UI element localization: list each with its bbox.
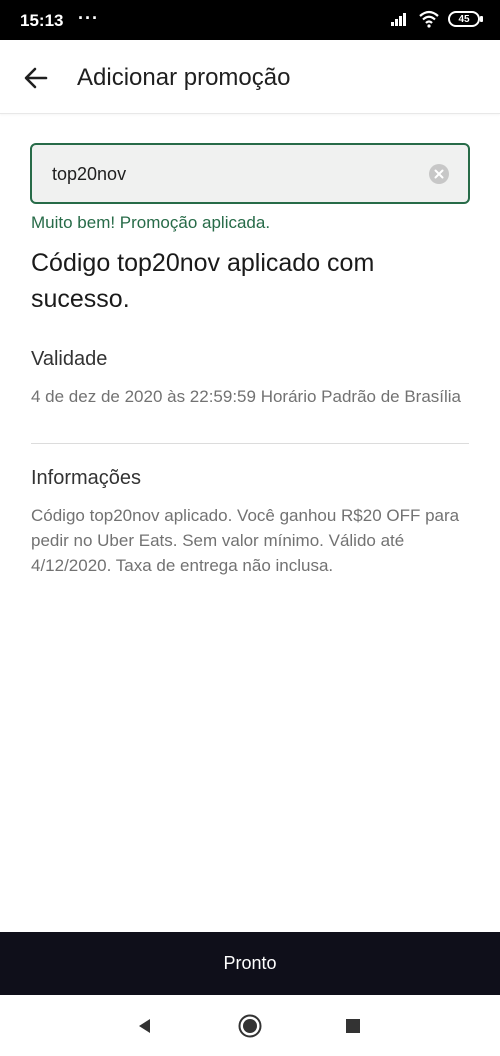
app-bar: Adicionar promoção — [0, 40, 500, 114]
system-back-button[interactable] — [132, 1013, 158, 1039]
status-icons: 45 — [390, 10, 483, 28]
arrow-left-icon — [24, 67, 48, 89]
back-button[interactable] — [20, 62, 52, 94]
back-triangle-icon — [139, 1019, 150, 1033]
page-title: Adicionar promoção — [77, 64, 291, 91]
home-circle-icon — [238, 1014, 262, 1038]
done-button[interactable]: Pronto — [0, 932, 500, 995]
battery-icon: 45 — [448, 11, 483, 27]
success-message: Muito bem! Promoção aplicada. — [31, 213, 271, 232]
status-bar: 15:13 ··· 45 — [0, 0, 500, 40]
signal-icon — [391, 13, 406, 26]
battery-level: 45 — [458, 13, 470, 25]
system-nav-bar — [0, 995, 500, 1056]
applied-headline: Código top20nov aplicado com sucesso. — [31, 249, 375, 313]
validity-label: Validade — [31, 348, 108, 370]
clear-circle-icon — [434, 169, 444, 179]
recents-square-icon — [346, 1019, 360, 1033]
clear-input-button[interactable] — [429, 164, 449, 184]
divider — [31, 443, 469, 444]
status-time: 15:13 — [20, 11, 64, 30]
system-recents-button[interactable] — [340, 1013, 366, 1039]
wifi-icon — [419, 10, 439, 28]
promo-code-field[interactable] — [30, 143, 470, 204]
info-text: Código top20nov aplicado. Você ganhou R$… — [31, 506, 460, 575]
system-home-button[interactable] — [237, 1013, 263, 1039]
validity-text: 4 de dez de 2020 às 22:59:59 Horário Pad… — [31, 387, 462, 406]
notification-dots: ··· — [78, 8, 99, 28]
info-label: Informações — [31, 467, 142, 489]
promo-code-input[interactable] — [52, 161, 412, 187]
